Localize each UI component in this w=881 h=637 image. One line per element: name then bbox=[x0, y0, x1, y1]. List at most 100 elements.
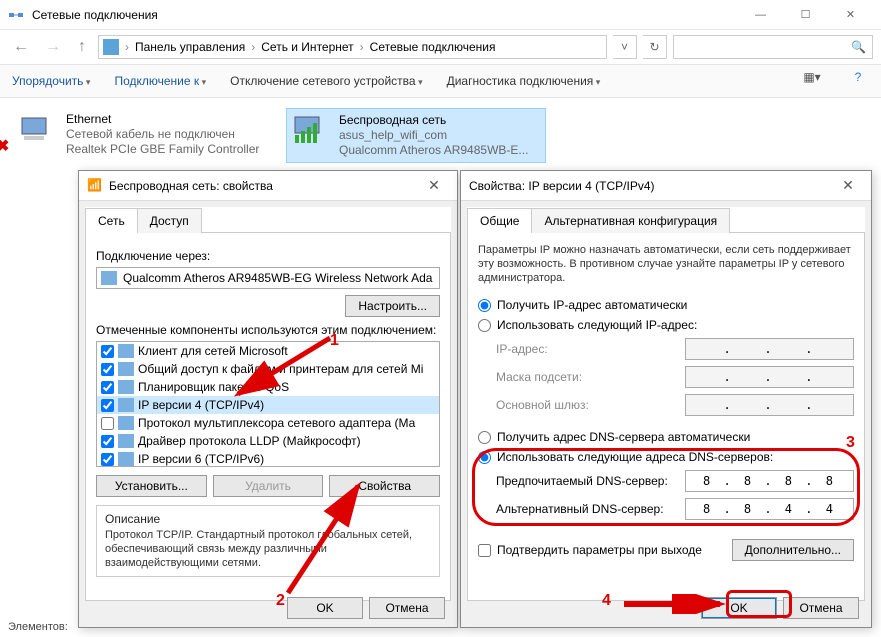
radio-ip-auto[interactable]: Получить IP-адрес автоматически bbox=[478, 295, 854, 315]
close-button[interactable]: ✕ bbox=[828, 1, 873, 29]
refresh-button[interactable]: ↻ bbox=[643, 35, 667, 59]
adapter-field: Qualcomm Atheros AR9485WB-EG Wireless Ne… bbox=[96, 267, 440, 289]
breadcrumb-item[interactable]: Сетевые подключения bbox=[370, 40, 496, 54]
component-row: Протокол мультиплексора сетевого адаптер… bbox=[97, 414, 439, 432]
gateway-field: . . . bbox=[685, 394, 854, 416]
connection-device: Realtek PCIe GBE Family Controller bbox=[66, 142, 259, 157]
disable-button[interactable]: Отключение сетевого устройства bbox=[230, 74, 422, 88]
component-checkbox[interactable] bbox=[101, 399, 114, 412]
close-button[interactable]: ✕ bbox=[419, 177, 449, 194]
component-checkbox[interactable] bbox=[101, 345, 114, 358]
breadcrumb-item[interactable]: Сеть и Интернет bbox=[261, 40, 353, 54]
minimize-button[interactable]: — bbox=[738, 1, 783, 29]
help-icon[interactable]: ? bbox=[847, 70, 869, 92]
up-button[interactable]: ↑ bbox=[72, 34, 92, 60]
ok-button[interactable]: OK bbox=[701, 597, 777, 619]
connection-name: Беспроводная сеть bbox=[339, 113, 528, 128]
component-icon bbox=[118, 452, 134, 466]
connection-ethernet[interactable]: ✖ Ethernet Сетевой кабель не подключен R… bbox=[14, 108, 274, 163]
connections-list: ✖ Ethernet Сетевой кабель не подключен R… bbox=[0, 98, 881, 173]
confirm-on-exit-checkbox[interactable] bbox=[478, 544, 491, 557]
description-title: Описание bbox=[105, 512, 431, 526]
component-checkbox[interactable] bbox=[101, 381, 114, 394]
component-icon bbox=[118, 344, 134, 358]
wifi-icon: 📶 bbox=[87, 178, 103, 194]
view-icon[interactable]: ▦▾ bbox=[801, 70, 823, 92]
maximize-button[interactable]: ☐ bbox=[783, 1, 828, 29]
mask-field: . . . bbox=[685, 366, 854, 388]
gateway-label: Основной шлюз: bbox=[496, 398, 685, 412]
component-row: Драйвер протокола LLDP (Майкрософт) bbox=[97, 432, 439, 450]
intro-text: Параметры IP можно назначать автоматичес… bbox=[478, 243, 854, 285]
ethernet-icon: ✖ bbox=[18, 112, 58, 146]
radio-dns-auto[interactable]: Получить адрес DNS-сервера автоматически bbox=[478, 427, 854, 447]
component-icon bbox=[118, 380, 134, 394]
window-titlebar: Сетевые подключения — ☐ ✕ bbox=[0, 0, 881, 30]
mask-label: Маска подсети: bbox=[496, 370, 685, 384]
ip-address-field: . . . bbox=[685, 338, 854, 360]
tab-network[interactable]: Сеть bbox=[85, 208, 138, 233]
radio-ip-manual[interactable]: Использовать следующий IP-адрес: bbox=[478, 315, 854, 335]
dns-alt-label: Альтернативный DNS-сервер: bbox=[496, 502, 685, 516]
uninstall-button: Удалить bbox=[213, 475, 324, 497]
properties-button[interactable]: Свойства bbox=[329, 475, 440, 497]
dialog-ipv4-properties: Свойства: IP версии 4 (TCP/IPv4) ✕ Общие… bbox=[460, 170, 872, 628]
component-row-ipv4: IP версии 4 (TCP/IPv4) bbox=[97, 396, 439, 414]
component-row: Планировщик пакетов QoS bbox=[97, 378, 439, 396]
dns-alt-field[interactable]: 8 . 8 . 4 . 4 bbox=[685, 498, 854, 520]
back-button[interactable]: ← bbox=[8, 34, 34, 60]
diagnose-button[interactable]: Диагностика подключения bbox=[447, 74, 601, 88]
radio-dns-manual[interactable]: Использовать следующие адреса DNS-сервер… bbox=[478, 447, 854, 467]
cancel-button[interactable]: Отмена bbox=[369, 597, 445, 619]
component-icon bbox=[118, 398, 134, 412]
wifi-icon bbox=[291, 113, 331, 147]
breadcrumb[interactable]: › Панель управления › Сеть и Интернет › … bbox=[98, 35, 607, 59]
chevron-right-icon: › bbox=[249, 40, 257, 54]
connect-via-label: Подключение через: bbox=[96, 249, 440, 263]
close-button[interactable]: ✕ bbox=[833, 177, 863, 194]
cancel-button[interactable]: Отмена bbox=[783, 597, 859, 619]
tab-access[interactable]: Доступ bbox=[137, 208, 202, 233]
component-checkbox[interactable] bbox=[101, 453, 114, 466]
ok-button[interactable]: OK bbox=[287, 597, 363, 619]
ip-address-label: IP-адрес: bbox=[496, 342, 685, 356]
configure-button[interactable]: Настроить... bbox=[345, 295, 440, 317]
components-label: Отмеченные компоненты используются этим … bbox=[96, 323, 440, 337]
component-checkbox[interactable] bbox=[101, 363, 114, 376]
network-icon bbox=[8, 7, 24, 23]
component-icon bbox=[118, 434, 134, 448]
connect-menu[interactable]: Подключение к bbox=[114, 74, 206, 88]
description-text: Протокол TCP/IP. Стандартный протокол гл… bbox=[105, 528, 431, 570]
chevron-right-icon: › bbox=[123, 40, 131, 54]
adapter-icon bbox=[101, 271, 117, 285]
breadcrumb-item[interactable]: Панель управления bbox=[135, 40, 245, 54]
control-panel-icon bbox=[103, 39, 119, 55]
organize-menu[interactable]: Упорядочить bbox=[12, 74, 90, 88]
dns-pref-label: Предпочитаемый DNS-сервер: bbox=[496, 474, 685, 488]
connection-status: asus_help_wifi_com bbox=[339, 128, 528, 143]
window-title: Сетевые подключения bbox=[32, 8, 738, 22]
connection-status: Сетевой кабель не подключен bbox=[66, 127, 259, 142]
components-list[interactable]: Клиент для сетей Microsoft Общий доступ … bbox=[96, 341, 440, 467]
connection-name: Ethernet bbox=[66, 112, 259, 127]
confirm-on-exit-label: Подтвердить параметры при выходе bbox=[497, 543, 702, 557]
tab-alt-config[interactable]: Альтернативная конфигурация bbox=[531, 208, 730, 233]
install-button[interactable]: Установить... bbox=[96, 475, 207, 497]
connection-wifi[interactable]: Беспроводная сеть asus_help_wifi_com Qua… bbox=[286, 108, 546, 163]
tab-general[interactable]: Общие bbox=[467, 208, 532, 233]
advanced-button[interactable]: Дополнительно... bbox=[732, 539, 854, 561]
dropdown-button[interactable]: ˅ bbox=[613, 35, 637, 59]
search-input[interactable]: 🔍 bbox=[673, 35, 873, 59]
component-row: Клиент для сетей Microsoft bbox=[97, 342, 439, 360]
component-checkbox[interactable] bbox=[101, 417, 114, 430]
dns-pref-field[interactable]: 8 . 8 . 8 . 8 bbox=[685, 470, 854, 492]
search-icon: 🔍 bbox=[851, 40, 866, 54]
dialog-wifi-properties: 📶 Беспроводная сеть: свойства ✕ Сеть Дос… bbox=[78, 170, 458, 628]
component-row: Общий доступ к файлам и принтерам для се… bbox=[97, 360, 439, 378]
component-icon bbox=[118, 416, 134, 430]
forward-button[interactable]: → bbox=[40, 34, 66, 60]
dialog-title: Свойства: IP версии 4 (TCP/IPv4) bbox=[469, 179, 833, 193]
dialog-title: Беспроводная сеть: свойства bbox=[109, 179, 419, 193]
component-checkbox[interactable] bbox=[101, 435, 114, 448]
address-bar: ← → ↑ › Панель управления › Сеть и Интер… bbox=[0, 30, 881, 64]
